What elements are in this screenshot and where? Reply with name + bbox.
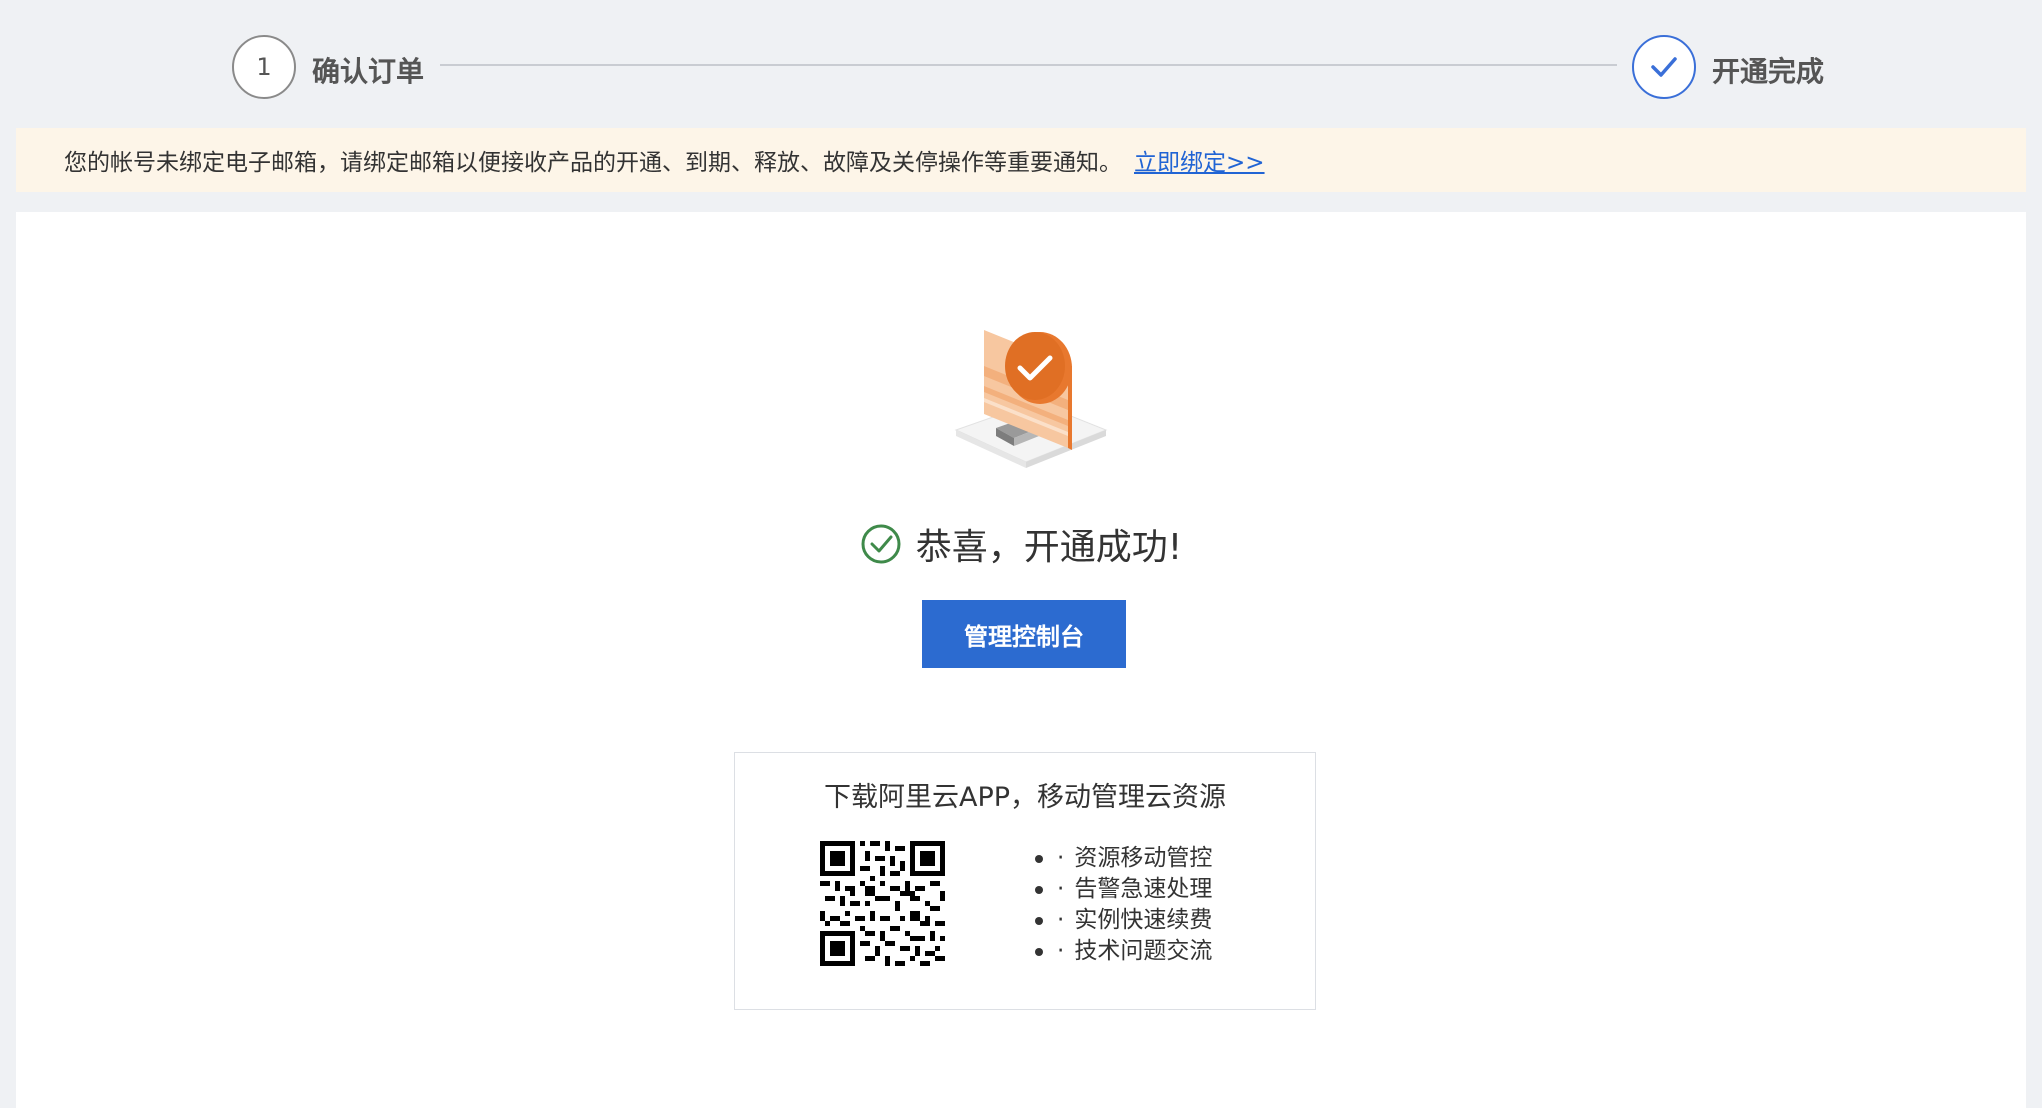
step-2-indicator — [1632, 35, 1696, 99]
step-1-number: 1 — [256, 53, 272, 81]
step-1-indicator: 1 — [232, 35, 296, 99]
email-notice-banner: 您的帐号未绑定电子邮箱，请绑定邮箱以便接收产品的开通、到期、释放、故障及关停操作… — [16, 128, 2026, 192]
check-icon — [1651, 57, 1677, 77]
page: 1 确认订单 开通完成 您的帐号未绑定电子邮箱，请绑定邮箱以便接收产品的开通、到… — [0, 0, 2042, 1108]
success-illustration — [954, 330, 1108, 468]
success-row: 恭喜，开通成功! — [16, 514, 2026, 574]
progress-steps: 1 确认订单 开通完成 — [0, 0, 2042, 128]
app-feature-list: · 资源移动管控 · 告警急速处理 · 实例快速续费 · 技术问题交流 — [1035, 843, 1212, 967]
bind-email-link[interactable]: 立即绑定>> — [1134, 143, 1265, 177]
success-check-icon — [861, 524, 901, 564]
feature-item: · 实例快速续费 — [1035, 905, 1212, 936]
qr-code — [820, 841, 945, 966]
app-download-box: 下载阿里云APP，移动管理云资源 · 资源移动管控 · 告警急速处理 · 实例快… — [734, 752, 1316, 1010]
feature-item: · 资源移动管控 — [1035, 843, 1212, 874]
step-2-label: 开通完成 — [1712, 55, 1825, 88]
app-promo-title: 下载阿里云APP，移动管理云资源 — [823, 782, 1227, 813]
step-connector — [440, 64, 1617, 66]
notice-text: 您的帐号未绑定电子邮箱，请绑定邮箱以便接收产品的开通、到期、释放、故障及关停操作… — [64, 150, 1122, 176]
manage-console-button[interactable]: 管理控制台 — [922, 600, 1126, 668]
main-panel: 恭喜，开通成功! 管理控制台 下载阿里云APP，移动管理云资源 · 资源移动管控… — [16, 212, 2026, 1108]
step-1-label: 确认订单 — [312, 55, 425, 88]
feature-item: · 告警急速处理 — [1035, 874, 1212, 905]
feature-item: · 技术问题交流 — [1035, 936, 1212, 967]
success-message: 恭喜，开通成功! — [915, 527, 1183, 568]
